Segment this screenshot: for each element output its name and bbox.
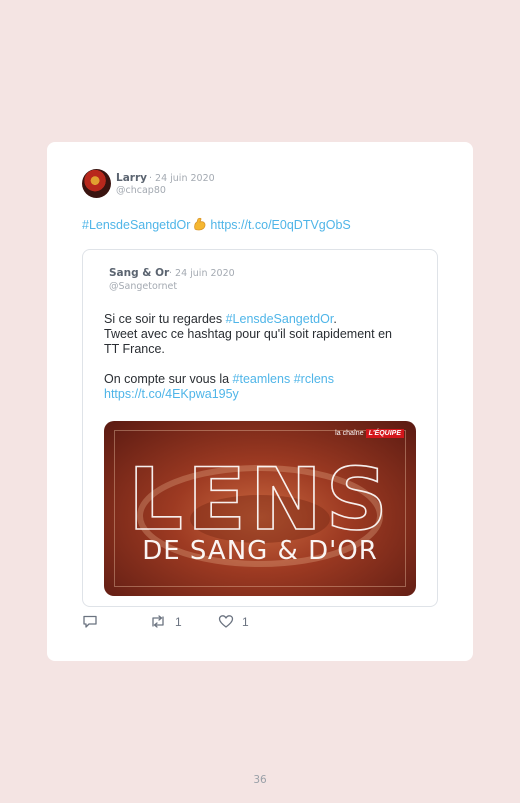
tweet-card: Larry · 24 juin 2020 @chcap80 #LensdeSan… <box>47 142 473 661</box>
quoted-text-segment: Si ce soir tu regardes <box>104 312 226 326</box>
avatar[interactable] <box>82 169 111 198</box>
author-handle[interactable]: @chcap80 <box>116 185 166 196</box>
channel-logo: la chaîne L'ÉQUIPE <box>335 429 404 438</box>
like-count: 1 <box>242 614 249 629</box>
quoted-line-4: On compte sur vous la #teamlens #rclens <box>104 372 426 387</box>
quoted-tweet[interactable]: Sang & Or · 24 juin 2020 @Sangetornet Si… <box>82 249 438 607</box>
flexed-biceps-icon <box>193 217 207 231</box>
quoted-url-link[interactable]: https://t.co/4EKpwa195y <box>104 387 426 402</box>
hashtag-link[interactable]: #LensdeSangetdOr <box>82 218 190 232</box>
reply-icon <box>83 615 97 628</box>
tweet-date[interactable]: · 24 juin 2020 <box>149 173 215 184</box>
logo-brand: L'ÉQUIPE <box>365 429 404 438</box>
page-number: 36 <box>253 774 267 786</box>
heart-icon <box>218 615 234 628</box>
like-button[interactable]: 1 <box>218 614 249 629</box>
quoted-line-1: Si ce soir tu regardes #LensdeSangetdOr. <box>104 312 426 327</box>
quoted-line-2: Tweet avec ce hashtag pour qu'il soit ra… <box>104 327 392 341</box>
hashtag-link[interactable]: #teamlens <box>233 372 291 386</box>
media-image[interactable]: LENS DE SANG & D'OR la chaîne L'ÉQUIPE <box>104 421 416 596</box>
quoted-author-name[interactable]: Sang & Or <box>109 267 169 279</box>
tweet-actions: 1 1 <box>82 614 282 632</box>
retweet-count: 1 <box>175 614 182 629</box>
retweet-icon <box>152 615 164 628</box>
tweet-text: #LensdeSangetdOr https://t.co/E0qDTVgObS <box>82 217 351 232</box>
quoted-author-handle[interactable]: @Sangetornet <box>109 281 177 292</box>
author-name[interactable]: Larry <box>116 172 147 184</box>
retweet-button[interactable]: 1 <box>149 614 182 629</box>
quoted-tweet-text: Si ce soir tu regardes #LensdeSangetdOr.… <box>104 312 426 402</box>
hashtag-link[interactable]: #LensdeSangetdOr <box>226 312 334 326</box>
quoted-text-segment: On compte sur vous la <box>104 372 233 386</box>
media-frame <box>114 430 406 587</box>
tweet-url-link[interactable]: https://t.co/E0qDTVgObS <box>210 218 350 232</box>
logo-prefix: la chaîne <box>335 430 364 437</box>
hashtag-link[interactable]: #rclens <box>294 372 334 386</box>
quoted-tweet-date[interactable]: · 24 juin 2020 <box>169 268 235 279</box>
quoted-line-3: TT France. <box>104 342 165 356</box>
reply-button[interactable] <box>82 614 98 629</box>
quoted-text-segment: . <box>333 312 337 326</box>
